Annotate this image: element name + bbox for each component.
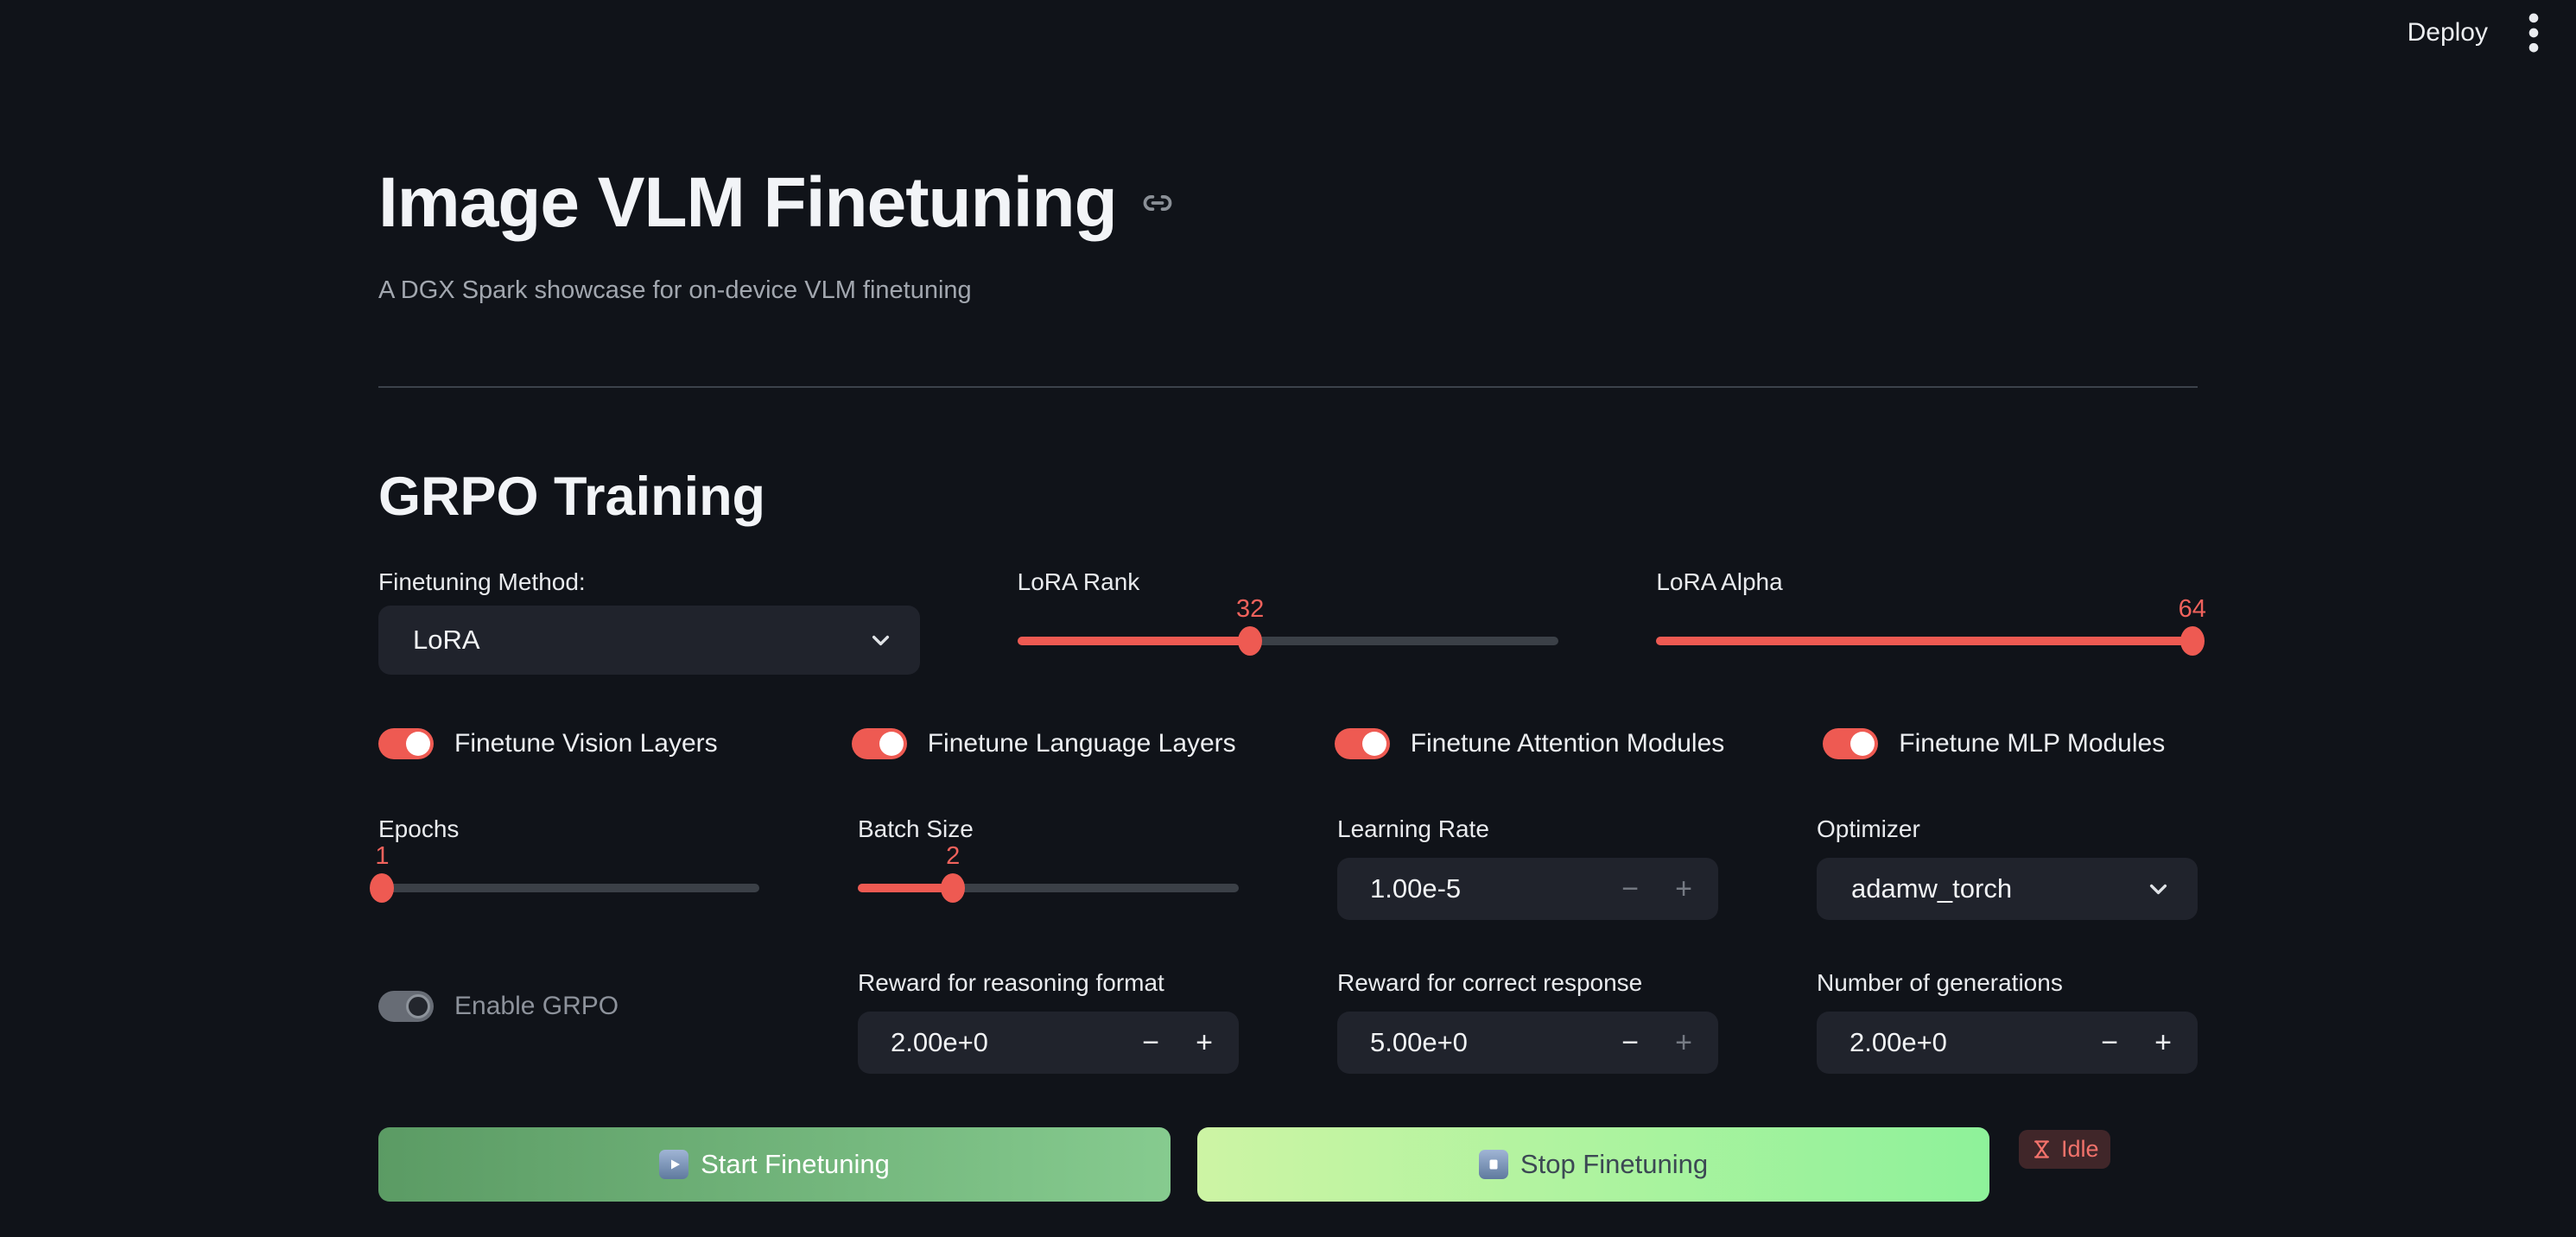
learning-rate-label: Learning Rate — [1337, 815, 1718, 844]
reward-reasoning-increment-button[interactable]: + — [1196, 1028, 1213, 1057]
finetuning-method-value: LoRA — [413, 625, 480, 656]
lora-alpha-label: LoRA Alpha — [1656, 568, 2198, 597]
reward-correct-input[interactable]: 5.00e+0 − + — [1337, 1012, 1718, 1074]
chevron-down-icon — [869, 629, 892, 652]
lora-alpha-value[interactable]: 64 — [2179, 595, 2206, 624]
finetune-vision-label: Finetune Vision Layers — [454, 729, 718, 758]
learning-rate-value[interactable]: 1.00e-5 — [1370, 873, 1621, 904]
finetune-mlp-label: Finetune MLP Modules — [1899, 729, 2165, 758]
deploy-button[interactable]: Deploy — [2408, 18, 2488, 48]
num-generations-decrement-button[interactable]: − — [2101, 1028, 2118, 1057]
play-icon — [659, 1150, 688, 1179]
batch-size-track[interactable] — [858, 884, 1239, 892]
optimizer-label: Optimizer — [1817, 815, 2198, 844]
lora-rank-label: LoRA Rank — [1018, 568, 1559, 597]
batch-size-label: Batch Size — [858, 815, 1239, 844]
status-label: Idle — [2061, 1136, 2099, 1163]
chevron-down-icon — [2147, 878, 2170, 901]
finetune-attention-toggle[interactable] — [1335, 728, 1390, 759]
finetuning-method-field: Finetuning Method: LoRA — [378, 568, 920, 675]
enable-grpo-toggle[interactable] — [378, 991, 434, 1022]
main-content: Image VLM Finetuning A DGX Spark showcas… — [378, 162, 2198, 1202]
epochs-track[interactable] — [378, 884, 759, 892]
reward-reasoning-decrement-button[interactable]: − — [1142, 1028, 1159, 1057]
finetune-vision-toggle[interactable] — [378, 728, 434, 759]
lora-rank-track[interactable] — [1018, 637, 1559, 645]
start-finetuning-button[interactable]: Start Finetuning — [378, 1127, 1171, 1202]
lora-alpha-slider: LoRA Alpha 64 — [1656, 568, 2198, 645]
reward-reasoning-field: Reward for reasoning format 2.00e+0 − + — [858, 968, 1239, 1074]
optimizer-value: adamw_torch — [1851, 873, 2012, 904]
stop-icon — [1479, 1150, 1508, 1179]
finetune-attention-toggle-row: Finetune Attention Modules — [1335, 728, 1725, 759]
finetune-attention-label: Finetune Attention Modules — [1411, 729, 1725, 758]
num-generations-increment-button[interactable]: + — [2154, 1028, 2172, 1057]
num-generations-label: Number of generations — [1817, 968, 2198, 998]
epochs-slider: Epochs 1 — [378, 815, 759, 892]
lora-rank-handle[interactable] — [1238, 626, 1262, 656]
epochs-value[interactable]: 1 — [375, 842, 389, 871]
finetune-vision-toggle-row: Finetune Vision Layers — [378, 728, 753, 759]
section-divider — [378, 386, 2198, 388]
batch-size-value[interactable]: 2 — [946, 842, 960, 871]
reward-reasoning-input[interactable]: 2.00e+0 − + — [858, 1012, 1239, 1074]
link-icon[interactable] — [1141, 187, 1174, 219]
finetune-language-toggle[interactable] — [852, 728, 907, 759]
lora-rank-value[interactable]: 32 — [1236, 595, 1264, 624]
epochs-handle[interactable] — [370, 873, 394, 903]
reward-correct-label: Reward for correct response — [1337, 968, 1718, 998]
learning-rate-input[interactable]: 1.00e-5 − + — [1337, 858, 1718, 920]
finetune-mlp-toggle[interactable] — [1823, 728, 1878, 759]
learning-rate-field: Learning Rate 1.00e-5 − + — [1337, 815, 1718, 920]
top-bar: Deploy — [0, 0, 2576, 66]
epochs-label: Epochs — [378, 815, 759, 844]
num-generations-input[interactable]: 2.00e+0 − + — [1817, 1012, 2198, 1074]
reward-correct-field: Reward for correct response 5.00e+0 − + — [1337, 968, 1718, 1074]
enable-grpo-toggle-row: Enable GRPO — [378, 991, 759, 1022]
page-subtitle: A DGX Spark showcase for on-device VLM f… — [378, 276, 2198, 305]
learning-rate-decrement-button[interactable]: − — [1621, 874, 1639, 904]
finetuning-method-label: Finetuning Method: — [378, 568, 920, 597]
batch-size-handle[interactable] — [941, 873, 965, 903]
learning-rate-increment-button[interactable]: + — [1675, 874, 1692, 904]
finetune-mlp-toggle-row: Finetune MLP Modules — [1823, 728, 2198, 759]
kebab-menu-icon[interactable] — [2528, 12, 2540, 54]
reward-correct-decrement-button[interactable]: − — [1621, 1028, 1639, 1057]
page-title: Image VLM Finetuning — [378, 162, 1117, 244]
section-heading: GRPO Training — [378, 466, 2198, 528]
finetuning-method-dropdown[interactable]: LoRA — [378, 606, 920, 675]
reward-correct-increment-button[interactable]: + — [1675, 1028, 1692, 1057]
finetune-language-label: Finetune Language Layers — [928, 729, 1236, 758]
num-generations-value[interactable]: 2.00e+0 — [1850, 1027, 2101, 1058]
batch-size-slider: Batch Size 2 — [858, 815, 1239, 892]
lora-rank-slider: LoRA Rank 32 — [1018, 568, 1559, 645]
optimizer-field: Optimizer adamw_torch — [1817, 815, 2198, 920]
stop-finetuning-button[interactable]: Stop Finetuning — [1197, 1127, 1989, 1202]
enable-grpo-label: Enable GRPO — [454, 992, 619, 1021]
optimizer-dropdown[interactable]: adamw_torch — [1817, 858, 2198, 920]
status-badge: Idle — [2019, 1130, 2110, 1169]
reward-correct-value[interactable]: 5.00e+0 — [1370, 1027, 1621, 1058]
reward-reasoning-value[interactable]: 2.00e+0 — [891, 1027, 1142, 1058]
reward-reasoning-label: Reward for reasoning format — [858, 968, 1239, 998]
finetune-language-toggle-row: Finetune Language Layers — [852, 728, 1236, 759]
lora-alpha-track[interactable] — [1656, 637, 2198, 645]
hourglass-icon — [2030, 1138, 2053, 1161]
num-generations-field: Number of generations 2.00e+0 − + — [1817, 968, 2198, 1074]
lora-alpha-handle[interactable] — [2180, 626, 2205, 656]
